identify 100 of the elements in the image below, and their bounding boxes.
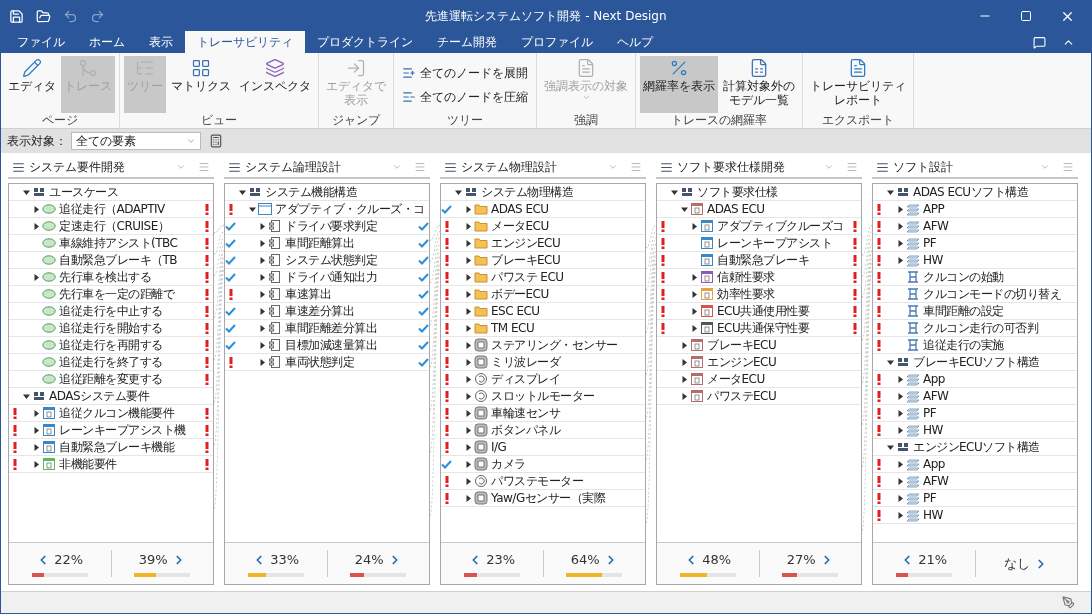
tree-item[interactable]: 先行車を検出する — [59, 268, 151, 286]
tree-item[interactable]: エンジンECUソフト構造 — [913, 438, 1040, 456]
tree-item[interactable]: 車速算出 — [285, 285, 331, 303]
caret-icon[interactable] — [464, 392, 472, 400]
caret-icon[interactable] — [680, 375, 688, 383]
caret-icon[interactable] — [464, 494, 472, 502]
ribbon-tab[interactable]: トレーサビリティ — [185, 31, 305, 53]
tree-item[interactable]: ステアリング・センサー — [491, 336, 618, 354]
tree-item[interactable]: TM ECU — [491, 319, 535, 337]
caret-icon[interactable] — [896, 511, 904, 519]
tree-item[interactable]: アダプティブクルーズコ — [717, 217, 844, 235]
tree-item[interactable]: エンジンECU — [707, 353, 777, 371]
tree-item[interactable]: 目標加減速量算出 — [285, 336, 377, 354]
tree-item[interactable]: ブレーキECU — [707, 336, 777, 354]
maximize-icon[interactable] — [1020, 10, 1032, 22]
ribbon-tab[interactable]: ホーム — [77, 31, 137, 53]
tree-item[interactable]: 信頼性要求 — [717, 268, 775, 286]
caret-icon[interactable] — [886, 188, 894, 196]
caret-icon[interactable] — [464, 341, 472, 349]
ribbon-tab[interactable]: ヘルプ — [605, 31, 665, 53]
tree-item[interactable]: ドライバ要求判定 — [285, 217, 377, 235]
tree-item[interactable]: 車間距離の設定 — [923, 302, 1004, 320]
tree-item[interactable]: クルコン走行の可否判 — [923, 319, 1038, 337]
caret-icon[interactable] — [690, 307, 698, 315]
tree-item[interactable]: システム状態判定 — [285, 251, 377, 269]
tree-item[interactable]: HW — [923, 506, 943, 524]
tree-item[interactable]: 非機能要件 — [59, 455, 117, 473]
ribbon-button[interactable]: 全てのノードを展開 — [398, 63, 532, 82]
caret-icon[interactable] — [32, 222, 40, 230]
tree-item[interactable]: エンジンECU — [491, 234, 561, 252]
tree-item[interactable]: App — [923, 455, 945, 473]
ribbon-tab[interactable]: ファイル — [5, 31, 77, 53]
caret-icon[interactable] — [464, 460, 472, 468]
caret-icon[interactable] — [258, 324, 266, 332]
caret-icon[interactable] — [680, 392, 688, 400]
tree-item[interactable]: システム機能構造 — [265, 184, 357, 201]
tree-item[interactable]: ブレーキECU — [491, 251, 561, 269]
tree-item[interactable]: PF — [923, 234, 937, 252]
pen-icon[interactable] — [1062, 596, 1075, 609]
caret-icon[interactable] — [464, 324, 472, 332]
tree-item[interactable]: Yaw/Gセンサー（実際 — [491, 489, 606, 507]
tree-item[interactable]: カメラ — [491, 455, 526, 473]
caret-icon[interactable] — [258, 307, 266, 315]
caret-icon[interactable] — [464, 256, 472, 264]
caret-icon[interactable] — [32, 460, 40, 468]
caret-icon[interactable] — [258, 341, 266, 349]
table-settings-icon[interactable] — [209, 134, 223, 148]
caret-icon[interactable] — [896, 460, 904, 468]
tree-item[interactable]: ADAS ECUソフト構造 — [913, 184, 1029, 201]
tree-item[interactable]: クルコンモードの切り替え — [923, 285, 1061, 303]
caret-icon[interactable] — [464, 375, 472, 383]
caret-icon[interactable] — [258, 256, 266, 264]
filter-dropdown[interactable]: 全ての要素 — [71, 132, 201, 150]
caret-icon[interactable] — [22, 188, 30, 196]
caret-icon[interactable] — [464, 307, 472, 315]
caret-icon[interactable] — [896, 409, 904, 417]
tree-item[interactable]: ブレーキECUソフト構造 — [913, 353, 1040, 371]
tree-item[interactable]: 自動緊急ブレーキ — [717, 251, 809, 269]
tree-item[interactable]: 車輪速センサ — [491, 404, 560, 422]
caret-icon[interactable] — [670, 188, 678, 196]
caret-icon[interactable] — [464, 222, 472, 230]
tree-item[interactable]: HW — [923, 421, 943, 439]
caret-icon[interactable] — [896, 222, 904, 230]
caret-icon[interactable] — [896, 205, 904, 213]
tree-item[interactable]: 自動緊急ブレーキ（TB — [59, 251, 178, 269]
tree-item[interactable]: AFW — [923, 217, 949, 235]
tree-item[interactable]: I/G — [491, 438, 507, 456]
caret-icon[interactable] — [464, 426, 472, 434]
caret-icon[interactable] — [238, 188, 246, 196]
caret-icon[interactable] — [464, 358, 472, 366]
tree-item[interactable]: 追従走行の実施 — [923, 336, 1004, 354]
tree-item[interactable]: PF — [923, 489, 937, 507]
caret-icon[interactable] — [896, 426, 904, 434]
caret-icon[interactable] — [32, 409, 40, 417]
tree-item[interactable]: 車間距離差分算出 — [285, 319, 377, 337]
caret-icon[interactable] — [464, 290, 472, 298]
comment-icon[interactable] — [1033, 35, 1046, 49]
tree-item[interactable]: 追従距離を変更する — [59, 370, 163, 388]
tree-item[interactable]: システム物理構造 — [481, 184, 573, 201]
ribbon-tab[interactable]: プロファイル — [509, 31, 605, 53]
tree-item[interactable]: 車速差分算出 — [285, 302, 354, 320]
caret-icon[interactable] — [464, 205, 472, 213]
tree-item[interactable]: 追従走行を終了する — [59, 353, 163, 371]
caret-icon[interactable] — [886, 443, 894, 451]
caret-icon[interactable] — [258, 273, 266, 281]
tree-item[interactable]: PF — [923, 404, 937, 422]
caret-icon[interactable] — [32, 205, 40, 213]
tree-item[interactable]: AFW — [923, 387, 949, 405]
caret-icon[interactable] — [22, 392, 30, 400]
tree-item[interactable]: 追従走行を再開する — [59, 336, 163, 354]
caret-icon[interactable] — [464, 443, 472, 451]
caret-icon[interactable] — [258, 222, 266, 230]
tree-item[interactable]: パワステモーター — [491, 472, 583, 490]
ribbon-button[interactable]: エディタ — [5, 56, 59, 113]
tree-item[interactable]: 追従走行を中止する — [59, 302, 163, 320]
tree-item[interactable]: ESC ECU — [491, 302, 540, 320]
caret-icon[interactable] — [896, 239, 904, 247]
caret-icon[interactable] — [886, 358, 894, 366]
caret-icon[interactable] — [896, 375, 904, 383]
ribbon-tab[interactable]: チーム開発 — [425, 31, 509, 53]
